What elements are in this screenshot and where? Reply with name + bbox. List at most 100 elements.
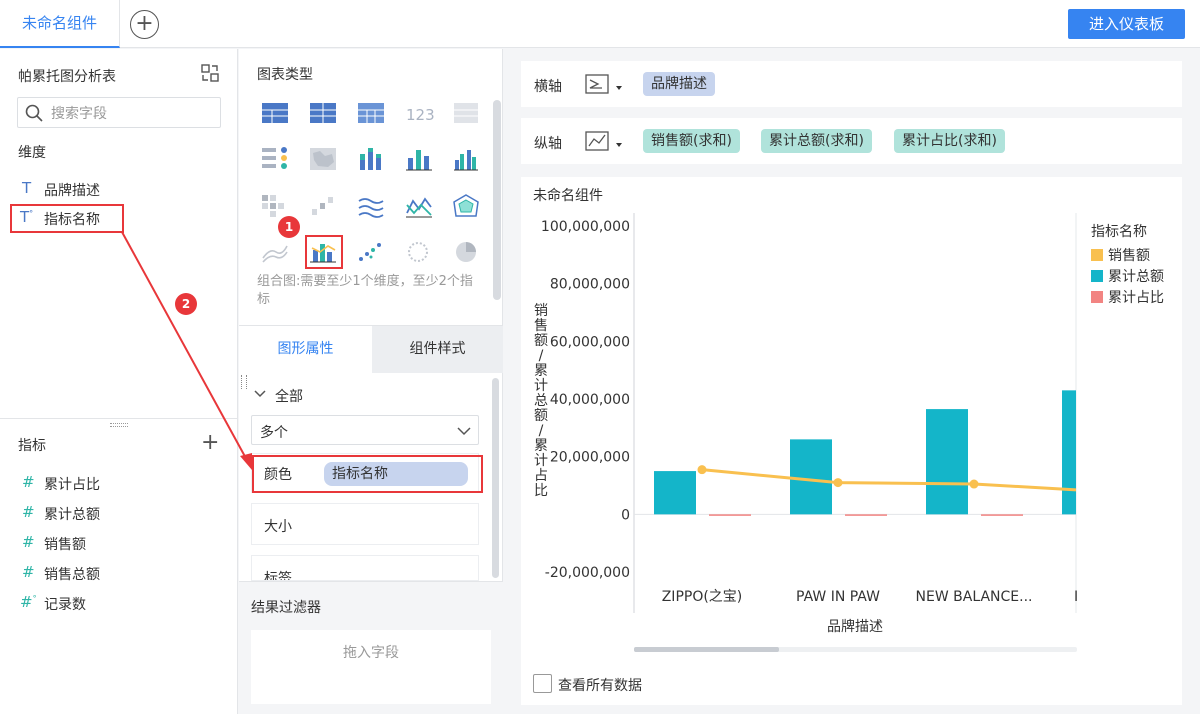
enter-dashboard-button[interactable]: 进入仪表板	[1068, 9, 1185, 39]
label-property-row[interactable]: 标签	[251, 555, 479, 581]
grouped-bar-icon[interactable]	[454, 150, 478, 171]
area-chart-icon[interactable]	[262, 245, 288, 263]
chart-types-title: 图表类型	[257, 67, 313, 83]
size-property-row[interactable]: 大小	[251, 503, 479, 545]
y-tick-label: 20,000,000	[550, 450, 630, 466]
number-field-icon: #	[22, 563, 35, 581]
multi-line-icon[interactable]	[358, 198, 384, 218]
measure-item-sales-total[interactable]: 销售总额	[44, 564, 100, 584]
chevron-down-icon[interactable]	[253, 388, 267, 400]
y-axis-title-char: 额	[534, 408, 548, 424]
tab-graph-properties[interactable]: 图形属性	[239, 325, 372, 373]
bar-cumulative-ratio	[981, 514, 1023, 516]
y-axis-title-char: 比	[534, 483, 548, 499]
axis-type-icon[interactable]	[584, 72, 626, 98]
view-all-label: 查看所有数据	[558, 678, 642, 694]
line-sales	[701, 468, 1077, 492]
x-axis-pill-brand[interactable]: 品牌描述	[643, 72, 715, 96]
view-all-checkbox[interactable]	[533, 674, 552, 693]
x-axis-label: 横轴	[534, 79, 562, 95]
number-field-icon: #	[22, 473, 35, 491]
tab-component-style[interactable]: 组件样式	[372, 325, 503, 373]
y-axis-title-char: /	[539, 348, 544, 364]
y-axis-title-char: 计	[534, 453, 548, 469]
bar-cumulative-total	[790, 439, 832, 515]
bar-cumulative-ratio	[845, 514, 887, 516]
y-tick-label: 80,000,000	[550, 277, 630, 293]
y-axis-title-char: 累	[534, 363, 548, 379]
add-tab-button[interactable]: +	[130, 10, 159, 39]
search-field[interactable]: 搜索字段	[17, 97, 221, 128]
y-axis-title-char: 销	[534, 303, 548, 319]
kpi-number-icon[interactable]: 123	[406, 106, 435, 124]
x-tick-label: ZIPPO(之宝)	[662, 589, 743, 605]
measure-item-cumulative-total[interactable]: 累计总额	[44, 504, 100, 524]
measure-item-record-count[interactable]: 记录数	[44, 594, 86, 614]
bar-cumulative-total	[1062, 390, 1076, 515]
x-tick-label: NEW BALANCE...	[916, 589, 1033, 605]
radar-chart-icon[interactable]	[453, 194, 479, 217]
measure-item-cumulative-ratio[interactable]: 累计占比	[44, 474, 100, 494]
kpi-card-icon[interactable]	[262, 147, 287, 169]
bubble-chart-icon[interactable]	[408, 242, 428, 262]
chart-card: 未命名组件 100,000,000 80,000,000 60,000,000 40,…	[521, 177, 1182, 705]
y-axis-pill-cumulative-total[interactable]: 累计总额(求和)	[761, 129, 872, 153]
legend-item: 累计总额	[1108, 269, 1164, 285]
x-tick-label: PAW IN PAW	[796, 589, 880, 605]
measure-header: 指标	[18, 438, 46, 454]
filter-drop-zone[interactable]: 拖入字段	[251, 630, 491, 704]
x-axis-row: 横轴 品牌描述	[521, 61, 1182, 107]
y-tick-label: -20,000,000	[545, 565, 630, 581]
legend-item: 销售额	[1108, 248, 1150, 264]
dimension-item-brand[interactable]: 品牌描述	[44, 180, 100, 200]
y-axis-pill-sales[interactable]: 销售额(求和)	[643, 129, 740, 153]
y-tick-label: 0	[621, 507, 630, 523]
detail-table-icon[interactable]	[358, 103, 384, 123]
y-axis-title-char: 计	[534, 378, 548, 394]
switch-table-icon[interactable]	[201, 64, 219, 82]
resize-handle[interactable]	[110, 423, 128, 427]
stacked-bar-icon[interactable]	[360, 148, 381, 170]
highlight-box-dimension	[10, 204, 124, 233]
label-label: 标签	[264, 571, 292, 581]
measure-item-sales[interactable]: 销售额	[44, 534, 86, 554]
y-tick-label: 40,000,000	[550, 392, 630, 408]
heatmap-icon[interactable]	[262, 195, 284, 217]
line-chart-icon[interactable]	[406, 197, 432, 218]
text-table-icon[interactable]	[454, 103, 478, 123]
y-axis-label: 纵轴	[534, 136, 562, 152]
scatter-chart-icon[interactable]	[359, 243, 381, 261]
y-axis-title-char: 额	[534, 333, 548, 349]
line-point	[833, 478, 843, 488]
search-icon	[25, 104, 43, 122]
waterfall-icon[interactable]	[312, 197, 333, 215]
add-measure-icon[interactable]: +	[201, 430, 219, 455]
pie-chart-icon[interactable]	[456, 242, 476, 262]
chart-type-grid: 123	[262, 103, 479, 263]
step-badge-2: 2	[175, 293, 197, 315]
divider	[0, 418, 238, 419]
search-placeholder: 搜索字段	[51, 106, 107, 122]
bar-cumulative-total	[926, 409, 968, 515]
properties-scrollbar[interactable]	[492, 378, 499, 578]
legend-swatch	[1091, 270, 1103, 282]
chart-types-scrollbar[interactable]	[493, 100, 501, 300]
cross-table-icon[interactable]	[310, 103, 336, 123]
y-axis-title-char: /	[539, 423, 544, 439]
y-tick-label: 60,000,000	[550, 334, 630, 350]
axis-type-icon[interactable]	[584, 129, 626, 155]
legend-swatch	[1091, 249, 1103, 261]
chart-type-hint: 组合图:需要至少1个维度，至少2个指标	[257, 274, 473, 307]
map-chart-icon[interactable]	[310, 148, 336, 170]
table-chart-icon[interactable]	[262, 103, 288, 123]
combo-chart: 100,000,000 80,000,000 60,000,000 40,000,00…	[534, 213, 1164, 652]
y-axis-pill-cumulative-ratio[interactable]: 累计占比(求和)	[894, 129, 1005, 153]
drag-handle[interactable]	[241, 375, 247, 389]
bar-chart-icon[interactable]	[406, 150, 432, 171]
tab-component[interactable]: 未命名组件	[0, 0, 120, 48]
series-select[interactable]: 多个	[251, 415, 479, 445]
highlight-box-color	[252, 455, 483, 493]
all-group-label: 全部	[275, 389, 303, 405]
step-badge-1: 1	[278, 216, 300, 238]
line-point	[969, 479, 979, 489]
